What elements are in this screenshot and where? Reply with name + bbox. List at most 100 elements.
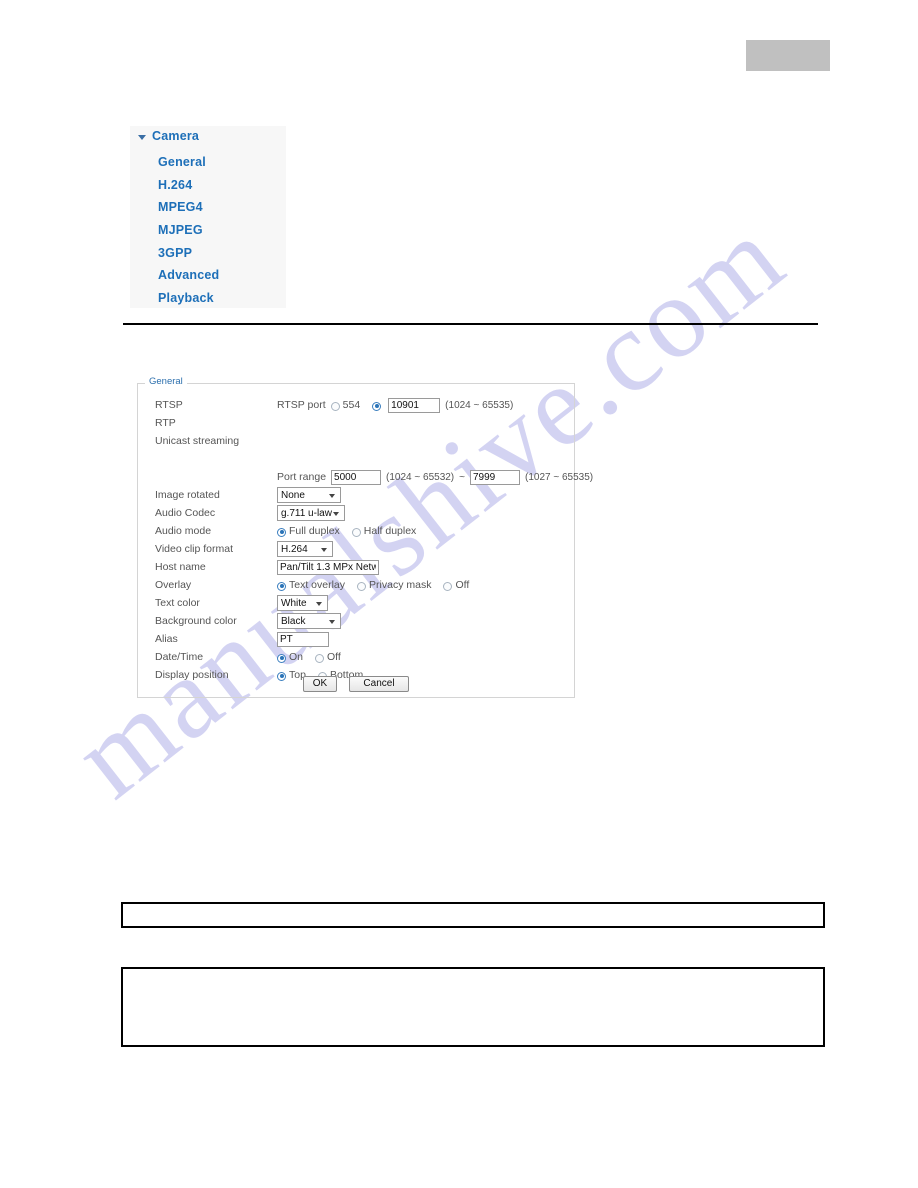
port-range-start-input[interactable]	[331, 469, 382, 485]
sidebar-item-general[interactable]: General	[130, 151, 286, 174]
label-image-rotated: Image rotated	[155, 489, 220, 501]
row-background-color: Background color Black	[138, 612, 574, 630]
label-overlay-off: Off	[455, 579, 470, 591]
row-image-rotated: Image rotated None	[138, 486, 574, 504]
label-audio-mode-full-duplex: Full duplex	[289, 525, 340, 537]
header-grey-block	[746, 40, 830, 71]
section-divider	[123, 323, 818, 325]
label-overlay-text-overlay: Text overlay	[289, 579, 346, 591]
label-rtsp-port-default: 554	[342, 399, 361, 411]
row-port-range: Port range (1024 ~ 65532) ~ (1027 ~ 6553…	[138, 468, 593, 486]
radio-overlay-off[interactable]	[443, 581, 453, 591]
sidebar-item-h264[interactable]: H.264	[130, 174, 286, 197]
video-clip-format-controls: H.264	[277, 541, 333, 557]
sidebar-root-label: Camera	[152, 129, 200, 143]
alias-controls	[277, 631, 329, 647]
date-time-controls: On Off	[277, 651, 348, 663]
note-box-tall	[121, 967, 825, 1047]
sidebar-item-playback[interactable]: Playback	[130, 287, 286, 310]
radio-date-time-off[interactable]	[315, 653, 325, 663]
rtsp-port-default-option[interactable]: 554	[330, 399, 361, 411]
label-rtsp-port: RTSP port	[277, 399, 326, 411]
audio-mode-option-full-duplex[interactable]: Full duplex	[277, 525, 340, 537]
sidebar-item-mjpeg[interactable]: MJPEG	[130, 219, 286, 242]
port-range-separator: ~	[459, 471, 465, 483]
row-audio-codec: Audio Codec g.711 u-law	[138, 504, 574, 522]
label-audio-mode: Audio mode	[155, 525, 212, 537]
text-color-controls: White	[277, 595, 328, 611]
label-date-time-on: On	[289, 651, 304, 663]
panel-legend: General	[145, 376, 187, 387]
image-rotated-controls: None	[277, 487, 341, 503]
sidebar-item-3gpp[interactable]: 3GPP	[130, 242, 286, 265]
label-host-name: Host name	[155, 561, 206, 573]
cancel-button[interactable]: Cancel	[349, 676, 409, 692]
form-button-bar: OK Cancel	[138, 676, 574, 692]
rtsp-port-controls: RTSP port 554 (1024 ~ 65535)	[277, 397, 514, 413]
label-text-color: Text color	[155, 597, 200, 609]
hint-port-range-end: (1027 ~ 65535)	[525, 471, 594, 483]
label-alias: Alias	[155, 633, 178, 645]
label-overlay-privacy-mask: Privacy mask	[369, 579, 432, 591]
label-overlay: Overlay	[155, 579, 192, 591]
audio-codec-controls: g.711 u-law	[277, 505, 345, 521]
general-settings-panel: General RTSP RTSP port 554 (1024 ~ 65535…	[137, 376, 593, 698]
label-audio-codec: Audio Codec	[155, 507, 216, 519]
row-text-color: Text color White	[138, 594, 574, 612]
radio-rtsp-port-custom[interactable]	[372, 401, 382, 411]
radio-audio-mode-full-duplex[interactable]	[277, 527, 286, 537]
rtsp-port-input[interactable]	[388, 397, 441, 413]
label-port-range: Port range	[277, 471, 327, 483]
radio-date-time-on[interactable]	[277, 653, 286, 663]
audio-mode-controls: Full duplex Half duplex	[277, 525, 423, 537]
overlay-option-privacy-mask[interactable]: Privacy mask	[357, 579, 431, 591]
text-color-select[interactable]: White	[277, 595, 328, 611]
host-name-controls	[277, 559, 379, 575]
host-name-input[interactable]	[277, 559, 379, 575]
row-rtp: RTP	[138, 414, 574, 432]
overlay-option-text-overlay[interactable]: Text overlay	[277, 579, 345, 591]
label-rtp: RTP	[155, 417, 176, 429]
settings-form: RTSP RTSP port 554 (1024 ~ 65535) RTP Un…	[138, 396, 593, 684]
row-overlay: Overlay Text overlay Privacy mask Off	[138, 576, 574, 594]
row-unicast-streaming: Unicast streaming	[138, 432, 574, 450]
row-video-clip-format: Video clip format H.264	[138, 540, 574, 558]
alias-input[interactable]	[277, 631, 329, 647]
label-date-time-off: Off	[327, 651, 341, 663]
label-video-clip-format: Video clip format	[155, 543, 234, 555]
row-alias: Alias	[138, 630, 574, 648]
ok-button[interactable]: OK	[303, 676, 337, 692]
hint-rtsp-port-range: (1024 ~ 65535)	[445, 399, 514, 411]
label-background-color: Background color	[155, 615, 237, 627]
image-rotated-select[interactable]: None	[277, 487, 341, 503]
row-date-time: Date/Time On Off	[138, 648, 574, 666]
overlay-option-off[interactable]: Off	[443, 579, 469, 591]
radio-audio-mode-half-duplex[interactable]	[351, 527, 361, 537]
audio-mode-option-half-duplex[interactable]: Half duplex	[351, 525, 417, 537]
radio-rtsp-port-default[interactable]	[330, 401, 340, 411]
audio-codec-select[interactable]: g.711 u-law	[277, 505, 345, 521]
background-color-select[interactable]: Black	[277, 613, 341, 629]
label-date-time: Date/Time	[155, 651, 204, 663]
radio-overlay-privacy-mask[interactable]	[357, 581, 367, 591]
hint-port-range-start: (1024 ~ 65532)	[386, 471, 455, 483]
port-range-controls: Port range (1024 ~ 65532) ~ (1027 ~ 6553…	[277, 469, 594, 485]
date-time-option-on[interactable]: On	[277, 651, 303, 663]
note-box-thin	[121, 902, 825, 928]
camera-nav-panel: Camera General H.264 MPEG4 MJPEG 3GPP Ad…	[130, 126, 286, 308]
date-time-option-off[interactable]: Off	[315, 651, 341, 663]
sidebar-item-camera[interactable]: Camera	[138, 129, 199, 143]
row-audio-mode: Audio mode Full duplex Half duplex	[138, 522, 574, 540]
label-unicast-streaming: Unicast streaming	[155, 435, 240, 447]
sidebar-item-mpeg4[interactable]: MPEG4	[130, 196, 286, 219]
radio-overlay-text-overlay[interactable]	[277, 581, 286, 591]
row-spacer	[138, 450, 574, 468]
background-color-controls: Black	[277, 613, 341, 629]
label-audio-mode-half-duplex: Half duplex	[363, 525, 417, 537]
chevron-down-icon[interactable]	[138, 134, 146, 140]
camera-nav-list: General H.264 MPEG4 MJPEG 3GPP Advanced …	[130, 151, 286, 310]
sidebar-item-advanced[interactable]: Advanced	[130, 264, 286, 287]
port-range-end-input[interactable]	[470, 469, 520, 485]
row-rtsp: RTSP RTSP port 554 (1024 ~ 65535)	[138, 396, 574, 414]
video-clip-format-select[interactable]: H.264	[277, 541, 333, 557]
